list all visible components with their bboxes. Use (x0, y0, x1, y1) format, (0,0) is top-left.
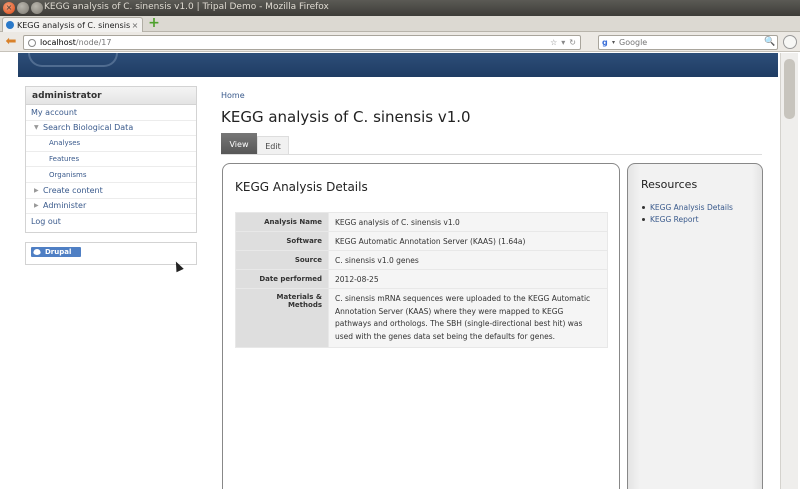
collapsed-triangle-icon: ▶ (34, 202, 39, 210)
tab-edit[interactable]: Edit (257, 136, 289, 155)
analysis-details-panel: KEGG Analysis Details Analysis Name KEGG… (222, 163, 620, 489)
table-row: Analysis Name KEGG analysis of C. sinens… (235, 212, 608, 232)
back-arrow-icon: ⬅ (5, 34, 17, 49)
menu-item-label: Search Biological Data (43, 123, 134, 133)
menu-item-organisms[interactable]: Organisms (26, 167, 196, 183)
browser-tab-label: KEGG analysis of C. sinensis v1... (17, 20, 131, 30)
user-menu-title: administrator (26, 87, 196, 105)
drupal-badge[interactable]: Drupal (31, 247, 81, 257)
search-input[interactable] (619, 38, 760, 47)
addon-button[interactable] (783, 35, 797, 49)
menu-item-label: Create content (43, 185, 103, 195)
table-row: Source C. sinensis v1.0 genes (235, 250, 608, 270)
site-logo[interactable] (28, 53, 118, 67)
bullet-icon (642, 217, 645, 221)
menu-item-administer[interactable]: ▶ Administer (26, 199, 196, 215)
powered-by-drupal-block: Drupal (25, 242, 197, 265)
plus-icon: + (148, 15, 160, 31)
resources-panel: Resources KEGG Analysis Details KEGG Rep… (627, 163, 763, 489)
navigation-toolbar: ⬅ localhost/node/17 ☆ ▾ ↻ g ▾ 🔍 (0, 32, 800, 52)
bookmark-star-icon[interactable]: ☆ (550, 38, 557, 47)
resource-link-kegg-report[interactable]: KEGG Report (642, 213, 733, 225)
site-header (18, 53, 778, 77)
web-page: administrator My account ▼ Search Biologi… (0, 53, 800, 489)
reload-icon[interactable]: ↻ (569, 38, 576, 47)
menu-item-label: Administer (43, 201, 87, 211)
row-label: Date performed (235, 269, 329, 289)
row-value: 2012-08-25 (328, 269, 608, 289)
details-table: Analysis Name KEGG analysis of C. sinens… (235, 212, 608, 348)
menu-item-analyses[interactable]: Analyses (26, 136, 196, 152)
expanded-triangle-icon: ▼ (34, 124, 39, 132)
history-dropdown-icon[interactable]: ▾ (561, 38, 565, 47)
tab-strip: KEGG analysis of C. sinensis v1... × (0, 16, 800, 32)
tab-view[interactable]: View (221, 133, 257, 155)
menu-item-search-biological-data[interactable]: ▼ Search Biological Data (26, 121, 196, 137)
globe-icon (28, 38, 36, 47)
resource-link-label: KEGG Report (650, 214, 699, 224)
resource-link-kegg-analysis-details[interactable]: KEGG Analysis Details (642, 201, 733, 213)
table-row: Software KEGG Automatic Annotation Serve… (235, 231, 608, 251)
window-titlebar: × KEGG analysis of C. sinensis v1.0 | Tr… (0, 0, 800, 16)
menu-item-create-content[interactable]: ▶ Create content (26, 183, 196, 199)
table-row: Date performed 2012-08-25 (235, 269, 608, 289)
search-magnifier-icon[interactable]: 🔍 (764, 37, 775, 47)
row-label: Source (235, 250, 329, 270)
search-bar[interactable]: g ▾ (598, 35, 778, 50)
window-maximize-button[interactable] (31, 2, 43, 14)
details-heading: KEGG Analysis Details (235, 180, 368, 194)
menu-item-label: Organisms (49, 170, 87, 179)
row-value: C. sinensis v1.0 genes (328, 250, 608, 270)
resource-link-label: KEGG Analysis Details (650, 202, 733, 212)
tabs-divider (221, 154, 762, 155)
row-label: Materials & Methods (235, 288, 329, 348)
google-icon[interactable]: g (602, 38, 611, 47)
window-close-button[interactable]: × (3, 2, 15, 14)
new-tab-button[interactable]: + (148, 15, 160, 31)
user-menu-block: administrator My account ▼ Search Biologi… (25, 86, 197, 233)
bullet-icon (642, 205, 645, 209)
page-scrollbar[interactable] (780, 53, 798, 489)
menu-item-label: My account (31, 107, 78, 117)
row-label: Analysis Name (235, 212, 329, 232)
row-value: KEGG Automatic Annotation Server (KAAS) … (328, 231, 608, 251)
menu-item-label: Analyses (49, 139, 81, 148)
tab-close-icon[interactable]: × (131, 21, 139, 30)
collapsed-triangle-icon: ▶ (34, 186, 39, 194)
menu-item-features[interactable]: Features (26, 152, 196, 168)
menu-item-log-out[interactable]: Log out (26, 214, 196, 230)
row-value: C. sinensis mRNA sequences were uploaded… (328, 288, 608, 348)
row-label: Software (235, 231, 329, 251)
drupal-badge-text: Drupal (45, 248, 72, 256)
breadcrumb[interactable]: Home (221, 91, 245, 100)
url-path: /node/17 (75, 38, 112, 47)
menu-item-my-account[interactable]: My account (26, 105, 196, 121)
url-bar[interactable]: localhost/node/17 ☆ ▾ ↻ (23, 35, 581, 50)
content-tabs: View Edit (221, 133, 289, 155)
search-engine-dropdown-icon[interactable]: ▾ (612, 39, 615, 46)
row-value: KEGG analysis of C. sinensis v1.0 (328, 212, 608, 232)
url-host: localhost (40, 38, 76, 47)
drupal-favicon-icon (6, 21, 14, 29)
menu-item-label: Features (49, 155, 80, 164)
drupal-drop-icon (33, 249, 41, 255)
page-title: KEGG analysis of C. sinensis v1.0 (221, 108, 471, 126)
browser-tab[interactable]: KEGG analysis of C. sinensis v1... × (2, 17, 143, 32)
resources-list: KEGG Analysis Details KEGG Report (642, 201, 733, 225)
scrollbar-thumb[interactable] (784, 59, 795, 119)
window-title: KEGG analysis of C. sinensis v1.0 | Trip… (44, 2, 329, 12)
back-button[interactable]: ⬅ (3, 35, 19, 49)
resources-heading: Resources (641, 178, 698, 191)
table-row: Materials & Methods C. sinensis mRNA seq… (235, 288, 608, 348)
close-icon: × (5, 3, 13, 12)
menu-item-label: Log out (31, 217, 61, 227)
window-minimize-button[interactable] (17, 2, 29, 14)
